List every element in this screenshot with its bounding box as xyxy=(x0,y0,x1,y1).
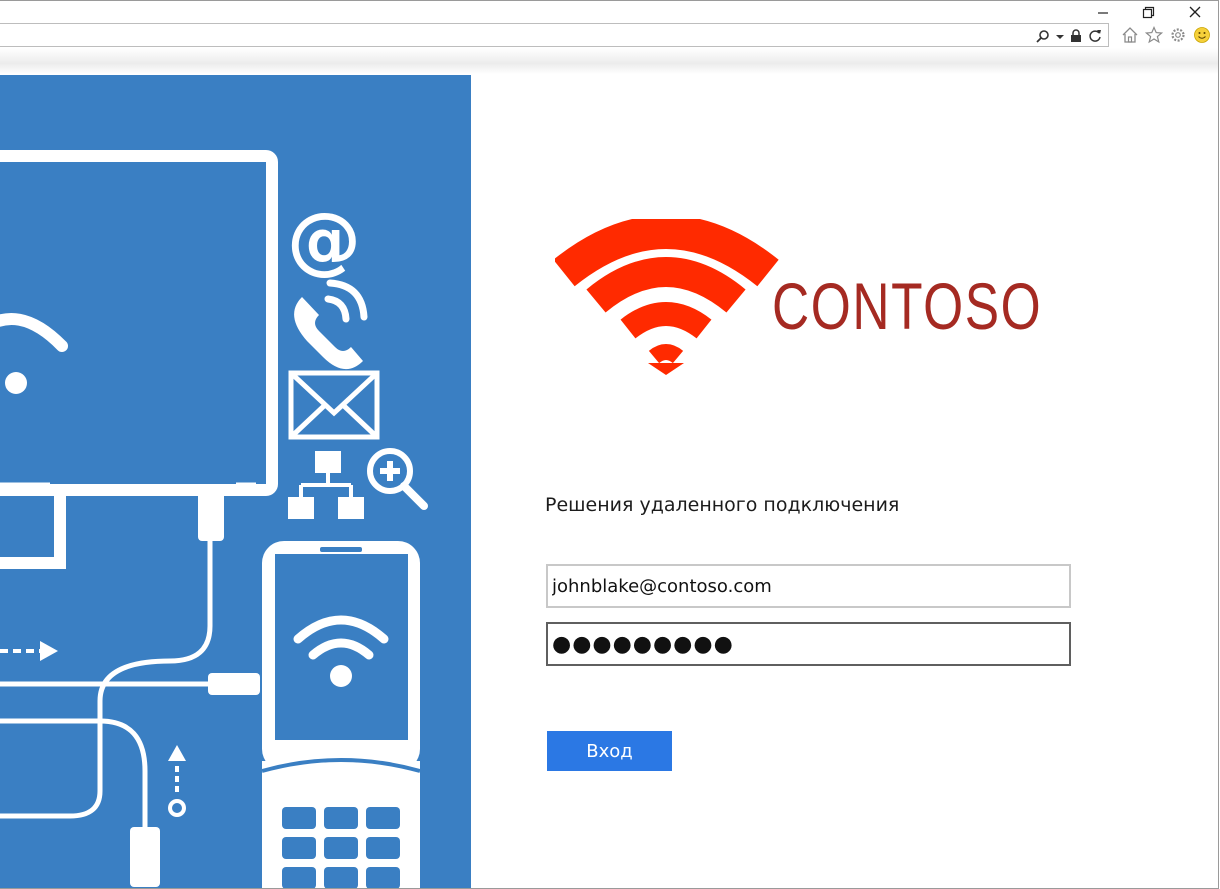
close-icon xyxy=(1189,6,1201,18)
refresh-icon[interactable] xyxy=(1088,29,1102,43)
restore-button[interactable] xyxy=(1125,1,1171,23)
envelope-icon xyxy=(288,370,380,440)
home-icon[interactable] xyxy=(1121,25,1139,45)
email-at-icon: @ xyxy=(287,197,361,283)
settings-gear-icon[interactable] xyxy=(1169,25,1187,45)
page-subtitle: Решения удаленного подключения xyxy=(545,494,900,516)
search-icon[interactable] xyxy=(1036,29,1050,43)
minimize-button[interactable] xyxy=(1080,1,1126,23)
close-button[interactable] xyxy=(1172,1,1218,23)
favorites-star-icon[interactable] xyxy=(1145,25,1163,45)
minimize-icon xyxy=(1098,12,1108,14)
browser-window: @ CONTOSO Решения удаленного подключения… xyxy=(0,0,1219,889)
zoom-in-icon xyxy=(367,448,428,510)
dropdown-icon[interactable] xyxy=(1056,29,1064,43)
smartphone-icon xyxy=(261,541,421,888)
network-icon xyxy=(288,451,364,519)
wifi-icon xyxy=(0,313,68,394)
browser-toolbar xyxy=(1121,25,1211,45)
password-field[interactable] xyxy=(546,622,1071,666)
monitor-icon xyxy=(0,150,278,569)
phone-icon xyxy=(294,279,368,370)
email-field[interactable] xyxy=(546,564,1071,608)
login-button[interactable]: Вход xyxy=(547,731,672,771)
wifi-logo-icon xyxy=(555,219,779,364)
svg-text:@: @ xyxy=(287,197,361,283)
brand-wordmark: CONTOSO xyxy=(772,269,1043,343)
lock-icon[interactable] xyxy=(1070,29,1082,43)
smiley-feedback-icon[interactable] xyxy=(1193,25,1211,45)
hero-illustration: @ xyxy=(0,75,471,888)
address-bar[interactable] xyxy=(0,23,1109,47)
toolbar-shadow xyxy=(0,48,1218,74)
restore-icon xyxy=(1142,6,1155,19)
